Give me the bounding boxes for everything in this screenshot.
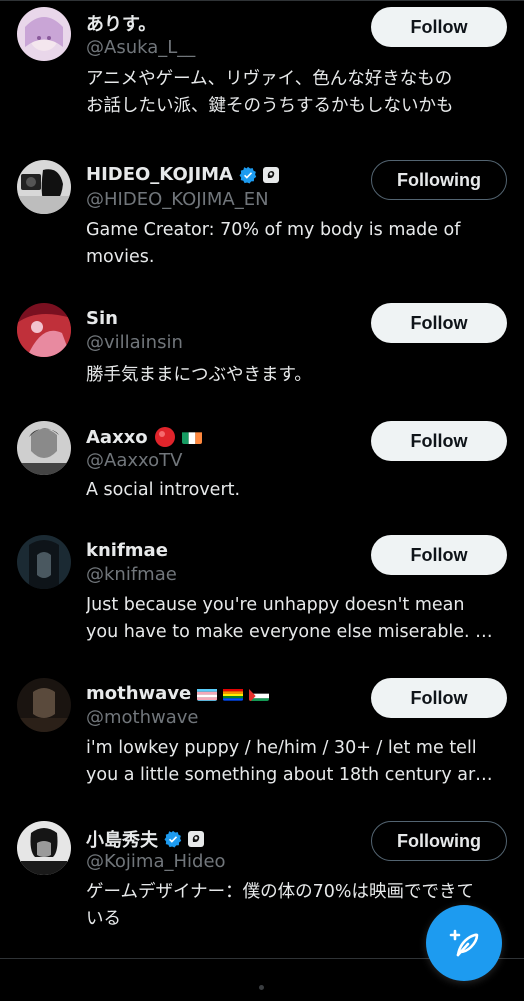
following-button[interactable]: Following <box>371 160 507 200</box>
display-name[interactable]: 小島秀夫 <box>86 826 204 852</box>
display-name[interactable]: Sin <box>86 308 118 329</box>
avatar[interactable] <box>17 678 71 732</box>
bio-line: 勝手気ままにつぶやきます。 <box>86 362 506 389</box>
bio-line: お話したい派、鍵そのうちするかもしないかも <box>86 93 506 120</box>
bio-line: you have to make everyone else miserable… <box>86 619 506 646</box>
bio: Just because you're unhappy doesn't mean… <box>86 592 506 646</box>
avatar[interactable] <box>17 535 71 589</box>
handle: @Asuka_L__ <box>86 37 195 58</box>
compose-post-icon <box>446 925 482 961</box>
bio-line: A social introvert. <box>86 477 506 504</box>
handle: @knifmae <box>86 564 177 585</box>
display-name-text: ありす。 <box>86 10 156 36</box>
display-name-text: mothwave <box>86 683 191 704</box>
verified-badge-icon <box>164 830 182 848</box>
top-divider <box>0 0 524 1</box>
display-name-text: 小島秀夫 <box>86 826 158 852</box>
display-name[interactable]: HIDEO_KOJIMA <box>86 164 279 185</box>
avatar[interactable] <box>17 303 71 357</box>
bio-line: you a little something about 18th centur… <box>86 762 506 789</box>
handle: @mothwave <box>86 707 199 728</box>
bio: 勝手気ままにつぶやきます。 <box>86 362 506 389</box>
bio-line: アニメやゲーム、リヴァイ、色んな好きなもの <box>86 66 506 93</box>
follow-button[interactable]: Follow <box>371 678 507 718</box>
palestine-flag-icon <box>249 687 269 701</box>
display-name[interactable]: Aaxxo <box>86 426 202 448</box>
follow-button[interactable]: Follow <box>371 421 507 461</box>
display-name-text: knifmae <box>86 540 168 561</box>
bio-line: i'm lowkey puppy / he/him / 30+ / let me… <box>86 735 506 762</box>
verified-badge-icon <box>239 166 257 184</box>
bio: Game Creator: 70% of my body is made of … <box>86 217 506 271</box>
bio-line: Just because you're unhappy doesn't mean <box>86 592 506 619</box>
handle: @villainsin <box>86 332 183 353</box>
handle: @Kojima_Hideo <box>86 851 226 872</box>
bio: i'm lowkey puppy / he/him / 30+ / let me… <box>86 735 506 789</box>
affiliate-badge-icon <box>188 831 204 847</box>
compose-post-button[interactable] <box>426 905 502 981</box>
display-name-text: Aaxxo <box>86 427 148 448</box>
rainbow-flag-icon <box>223 687 243 701</box>
avatar[interactable] <box>17 821 71 875</box>
display-name[interactable]: mothwave <box>86 683 269 704</box>
follow-button[interactable]: Follow <box>371 7 507 47</box>
follow-button[interactable]: Follow <box>371 303 507 343</box>
display-name[interactable]: knifmae <box>86 540 168 561</box>
bio-line: ゲームデザイナー：僕の体の70%は映画でできて <box>86 879 506 906</box>
affiliate-badge-icon <box>263 167 279 183</box>
gesture-handle[interactable] <box>259 985 264 990</box>
bio: A social introvert. <box>86 477 506 504</box>
avatar[interactable] <box>17 160 71 214</box>
follow-button[interactable]: Follow <box>371 535 507 575</box>
ireland-flag-icon <box>182 430 202 444</box>
bio-line: Game Creator: 70% of my body is made of <box>86 217 506 244</box>
avatar[interactable] <box>17 421 71 475</box>
handle: @HIDEO_KOJIMA_EN <box>86 189 269 210</box>
display-name[interactable]: ありす。 <box>86 10 156 36</box>
handle: @AaxxoTV <box>86 450 182 471</box>
red-circle-emoji-icon <box>154 426 176 448</box>
bio-line: movies. <box>86 244 506 271</box>
display-name-text: HIDEO_KOJIMA <box>86 164 233 185</box>
trans-flag-icon <box>197 687 217 701</box>
display-name-text: Sin <box>86 308 118 329</box>
following-button[interactable]: Following <box>371 821 507 861</box>
avatar[interactable] <box>17 7 71 61</box>
bio: アニメやゲーム、リヴァイ、色んな好きなもの お話したい派、鍵そのうちするかもしな… <box>86 66 506 120</box>
